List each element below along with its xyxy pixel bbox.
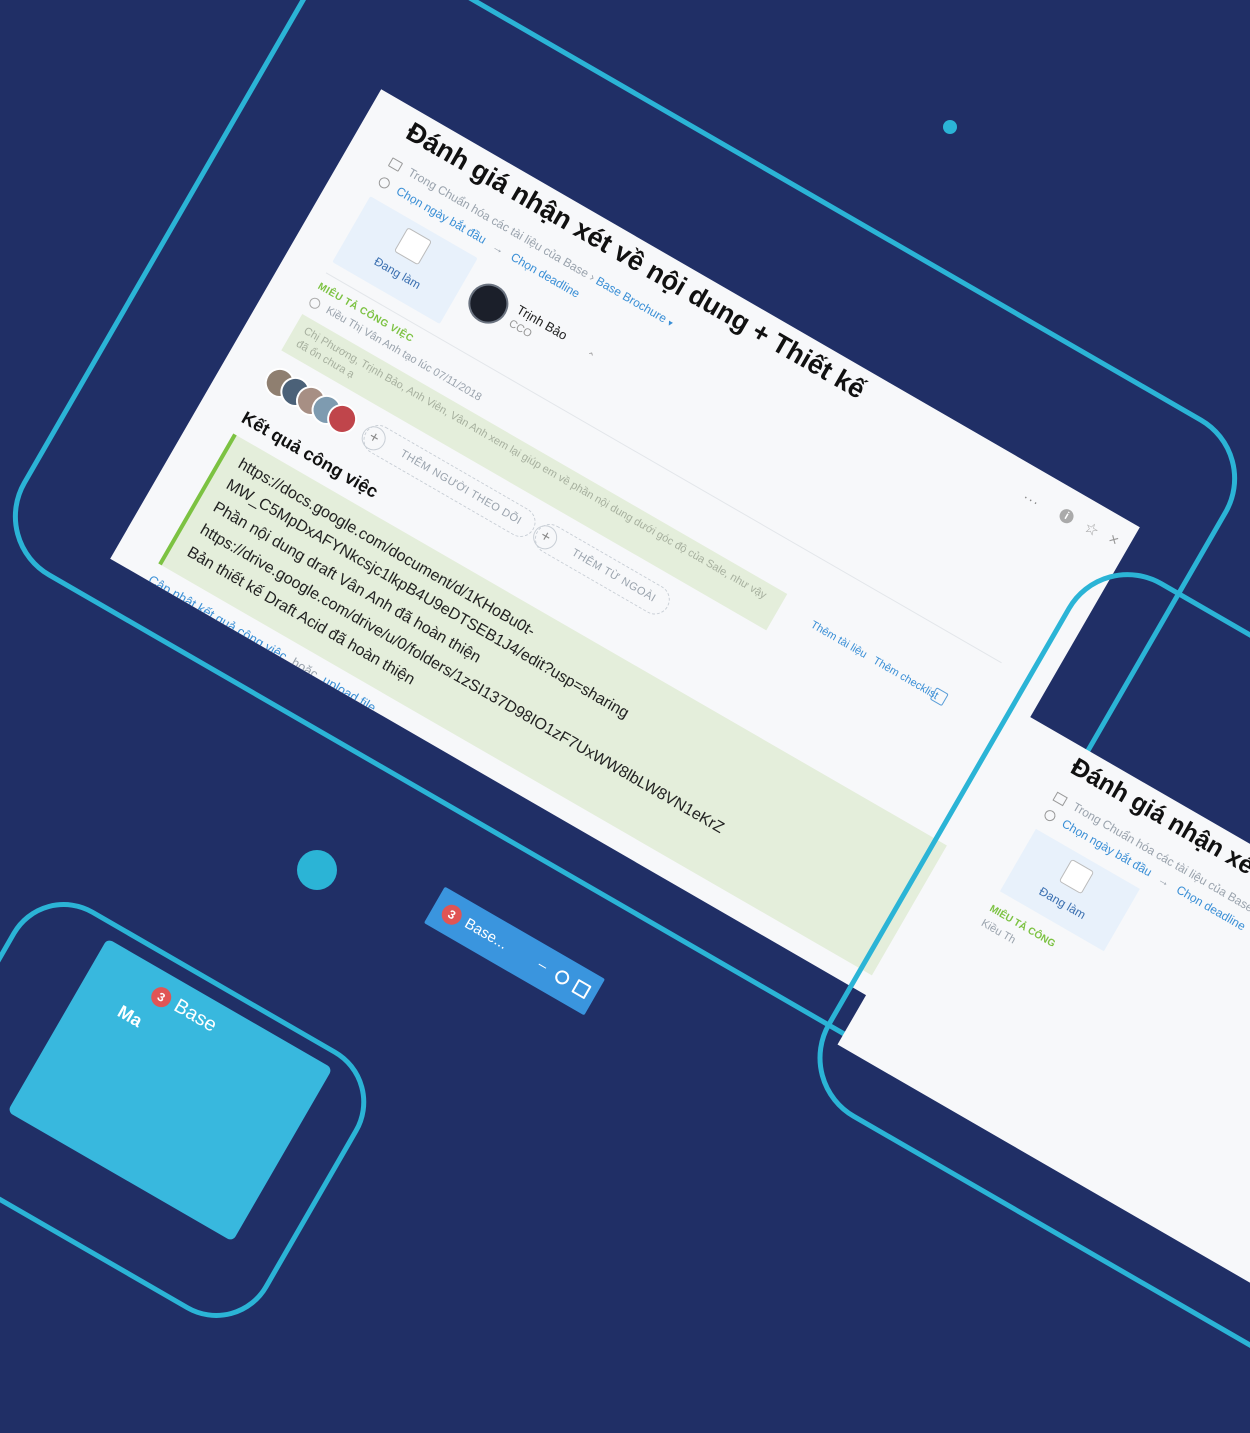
tablet-camera (943, 120, 957, 134)
phone-label: Base (170, 994, 221, 1037)
add-document-link[interactable]: Thêm tài liệu (808, 619, 869, 661)
star-icon[interactable]: ☆ (1080, 517, 1102, 541)
close-icon[interactable]: × (1105, 531, 1122, 551)
chat-popout-icon[interactable] (571, 978, 592, 1000)
avatar (461, 276, 516, 331)
date-arrow: → (489, 239, 508, 258)
phone-badge: 3 (147, 983, 175, 1011)
clock-icon (376, 175, 392, 191)
status-checkbox[interactable] (393, 227, 433, 266)
folder-icon (387, 157, 404, 172)
status-checkbox[interactable] (1058, 858, 1095, 895)
more-options-icon[interactable]: ··· (1020, 488, 1043, 510)
creator-icon (307, 295, 323, 311)
folder-icon (1052, 791, 1068, 807)
chat-badge: 3 (438, 901, 466, 929)
assignee-chevron-icon[interactable]: ⌃ (583, 350, 596, 364)
info-icon[interactable]: i (1057, 506, 1077, 526)
chat-bar[interactable]: 3 Base... – (423, 886, 606, 1016)
tablet-home-button[interactable] (297, 850, 337, 890)
chat-label: Base... (461, 914, 511, 954)
chat-minimize-icon[interactable]: – (535, 956, 551, 975)
chat-search-icon[interactable] (552, 967, 572, 987)
clock-icon (1042, 808, 1058, 824)
phone-subtext: Ma (114, 1001, 146, 1032)
add-checklist-link[interactable]: Thêm checklist (871, 655, 941, 702)
